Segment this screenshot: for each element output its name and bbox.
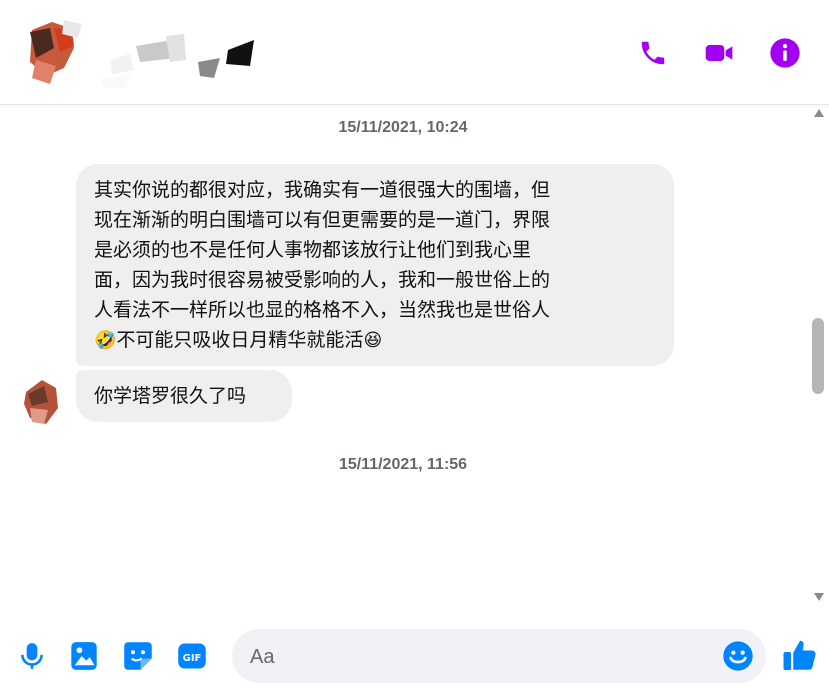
contact-avatar-small[interactable] xyxy=(22,378,62,426)
scroll-up-arrow-icon[interactable] xyxy=(809,108,829,122)
message-line: 人看法不一样所以也显的格格不入，当然我也是世俗人 xyxy=(94,299,551,321)
laughing-emoji-icon: 😆 xyxy=(363,330,383,351)
scrollbar-thumb[interactable] xyxy=(812,318,824,394)
scroll-down-arrow-icon[interactable] xyxy=(809,592,829,606)
phone-icon[interactable] xyxy=(636,36,670,70)
message-line: 是必须的也不是任何人事物都该放行让他们到我心里 xyxy=(94,239,532,261)
conversation-header xyxy=(0,0,829,105)
message-line: 其实你说的都很对应，我确实有一道很强大的围墙，但 xyxy=(94,179,551,201)
rofl-emoji-icon: 🤣 xyxy=(94,330,117,351)
video-icon[interactable] xyxy=(702,36,736,70)
gif-icon[interactable]: GIF xyxy=(176,640,208,672)
message-text: 不可能只吸收日月精华就能活 xyxy=(116,329,364,351)
microphone-icon[interactable] xyxy=(16,640,48,672)
timestamp: 15/11/2021, 10:24 xyxy=(338,119,468,136)
message-bubble[interactable]: 你学塔罗很久了吗 xyxy=(76,370,292,422)
thumbs-up-icon[interactable] xyxy=(782,637,818,673)
contact-name-obscured xyxy=(100,34,254,88)
message-text: 你学塔罗很久了吗 xyxy=(94,385,247,407)
message-bubble[interactable]: 其实你说的都很对应，我确实有一道很强大的围墙，但 现在渐渐的明白围墙可以有但更需… xyxy=(76,164,674,366)
timestamp: 15/11/2021, 11:56 xyxy=(338,456,468,473)
message-composer xyxy=(232,629,766,683)
message-line: 面，因为我时很容易被受影响的人，我和一般世俗上的 xyxy=(94,269,551,291)
message-input[interactable] xyxy=(248,641,712,673)
info-icon[interactable] xyxy=(768,36,802,70)
message-line: 现在渐渐的明白围墙可以有但更需要的是一道门，界限 xyxy=(94,209,551,231)
emoji-icon[interactable] xyxy=(722,640,754,672)
contact-avatar[interactable] xyxy=(24,18,84,88)
svg-text:GIF: GIF xyxy=(183,653,202,664)
sticker-icon[interactable] xyxy=(122,640,154,672)
message-line: 🤣不可能只吸收日月精华就能活😆 xyxy=(94,325,382,356)
image-icon[interactable] xyxy=(68,640,100,672)
